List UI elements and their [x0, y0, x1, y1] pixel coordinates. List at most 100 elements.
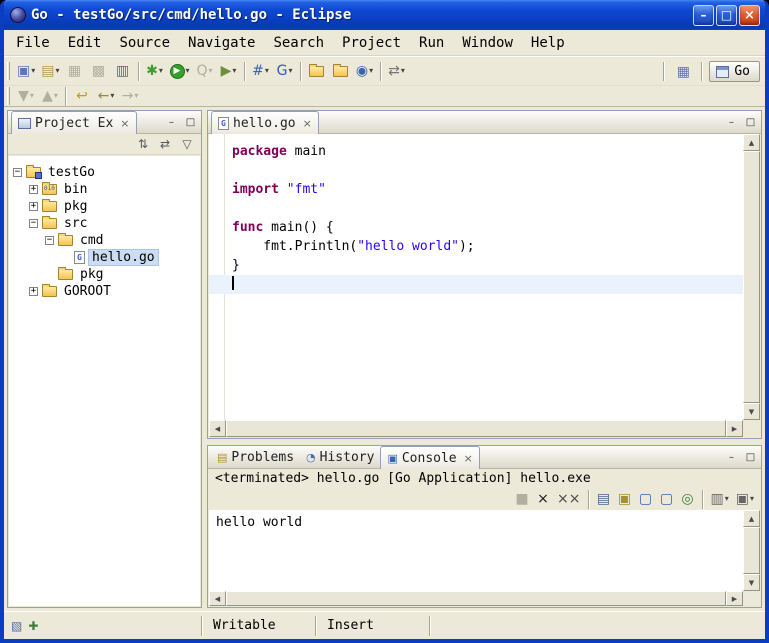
- maximize-view-button[interactable]: □: [183, 115, 198, 129]
- save-all-button: ▩: [87, 59, 111, 83]
- scrollbar-thumb[interactable]: [743, 151, 760, 403]
- maximize-view-button[interactable]: □: [743, 115, 758, 129]
- open-resource-button[interactable]: [329, 59, 353, 83]
- expand-expander-icon[interactable]: +: [29, 202, 38, 211]
- expand-expander-icon[interactable]: +: [29, 287, 38, 296]
- debug-button[interactable]: ✱▾: [143, 59, 167, 83]
- toolbar-grip[interactable]: [7, 87, 10, 105]
- new-wizard-button[interactable]: ▣▾: [14, 59, 38, 83]
- remove-launch-button[interactable]: ×: [533, 489, 553, 509]
- run-button[interactable]: ▶▾: [167, 59, 193, 83]
- link-with-editor-button[interactable]: ⇄: [156, 136, 174, 153]
- console-vertical-scrollbar[interactable]: ▲ ▼: [743, 510, 760, 591]
- external-tools-button[interactable]: ▶▾: [217, 59, 241, 83]
- minimize-view-button[interactable]: –: [724, 450, 739, 464]
- tab-problems[interactable]: ▤Problems: [211, 447, 300, 468]
- scroll-right-button[interactable]: ▶: [726, 591, 743, 606]
- scroll-down-button[interactable]: ▼: [743, 403, 760, 420]
- tree-item-hello-go[interactable]: hello.go: [9, 249, 200, 266]
- open-perspective-button[interactable]: ▦: [671, 60, 695, 84]
- new-go-app-button[interactable]: #▾: [249, 59, 273, 83]
- show-on-stdout-button[interactable]: ▢: [636, 489, 656, 509]
- clear-console-button[interactable]: ▤: [594, 489, 614, 509]
- scroll-lock-button[interactable]: ▣: [615, 489, 635, 509]
- tab-console[interactable]: ▣Console×: [380, 446, 479, 469]
- view-menu-button[interactable]: ▽: [178, 136, 196, 153]
- search-button[interactable]: ◉▾: [353, 59, 377, 83]
- menu-source[interactable]: Source: [110, 31, 179, 55]
- scroll-left-button[interactable]: ◀: [209, 591, 226, 606]
- minimize-button[interactable]: –: [693, 5, 714, 26]
- tree-item-label: src: [61, 216, 90, 231]
- go-build-button[interactable]: G▾: [273, 59, 297, 83]
- tree-item-pkg[interactable]: pkg: [9, 266, 200, 283]
- show-on-stderr-button[interactable]: ▢: [657, 489, 677, 509]
- code-line: package main: [209, 142, 743, 161]
- collapse-all-button[interactable]: ⇅: [134, 136, 152, 153]
- menu-window[interactable]: Window: [453, 31, 522, 55]
- scrollbar-thumb[interactable]: [226, 591, 726, 606]
- dropdown-arrow-icon: ▾: [288, 67, 292, 75]
- new-go-element-button[interactable]: ▤▾: [38, 59, 62, 83]
- close-icon[interactable]: ×: [464, 452, 473, 465]
- scroll-up-button[interactable]: ▲: [743, 510, 760, 527]
- tree-item-cmd[interactable]: −cmd: [9, 232, 200, 249]
- scroll-right-button[interactable]: ▶: [726, 420, 743, 437]
- minimize-view-button[interactable]: –: [724, 115, 739, 129]
- console-horizontal-scrollbar[interactable]: ◀ ▶: [209, 591, 743, 606]
- toolbar-grip[interactable]: [7, 62, 10, 80]
- tab-label: hello.go: [233, 116, 296, 131]
- editor-horizontal-scrollbar[interactable]: ◀ ▶: [209, 420, 743, 437]
- tab-history[interactable]: ◔History: [300, 447, 380, 468]
- collapse-expander-icon[interactable]: −: [13, 168, 22, 177]
- menu-project[interactable]: Project: [333, 31, 410, 55]
- open-folder-button[interactable]: [305, 59, 329, 83]
- editor-vertical-scrollbar[interactable]: ▲ ▼: [743, 134, 760, 420]
- print-button[interactable]: ▥: [111, 59, 135, 83]
- team-sync-button[interactable]: ⇄▾: [385, 59, 409, 83]
- maximize-view-button[interactable]: □: [743, 450, 758, 464]
- collapse-expander-icon[interactable]: −: [29, 219, 38, 228]
- back-button[interactable]: ←▾: [94, 86, 118, 106]
- terminate-button: ■: [512, 489, 532, 509]
- scrollbar-thumb[interactable]: [226, 420, 726, 437]
- console-output[interactable]: hello world: [209, 510, 743, 591]
- menu-navigate[interactable]: Navigate: [179, 31, 264, 55]
- scroll-left-button[interactable]: ◀: [209, 420, 226, 437]
- collapse-expander-icon[interactable]: −: [45, 236, 54, 245]
- dropdown-arrow-icon: ▾: [30, 92, 34, 100]
- fast-view-button[interactable]: ▧: [11, 620, 22, 632]
- statusbar: ▧✚ Writable Insert: [4, 611, 765, 639]
- display-selected-console-button[interactable]: ▥▾: [708, 489, 732, 509]
- menu-edit[interactable]: Edit: [59, 31, 111, 55]
- tab-project-explorer[interactable]: Project Ex ×: [11, 111, 137, 134]
- trim-go-button[interactable]: ✚: [28, 620, 38, 632]
- toolbar-separator: [380, 62, 382, 81]
- tree-item-testgo[interactable]: −testGo: [9, 164, 200, 181]
- tree-item-src[interactable]: − src: [9, 215, 200, 232]
- scroll-up-button[interactable]: ▲: [743, 134, 760, 151]
- menu-search[interactable]: Search: [264, 31, 333, 55]
- tree-item-goroot[interactable]: +GOROOT: [9, 283, 200, 300]
- expand-expander-icon[interactable]: +: [29, 185, 38, 194]
- close-icon[interactable]: ×: [303, 117, 312, 130]
- maximize-button[interactable]: □: [716, 5, 737, 26]
- close-button[interactable]: ×: [739, 5, 760, 26]
- menu-help[interactable]: Help: [522, 31, 574, 55]
- code-area[interactable]: package mainimport "fmt"func main() { fm…: [209, 134, 743, 420]
- tree-item-pkg[interactable]: +pkg: [9, 198, 200, 215]
- pin-console-button[interactable]: ◎: [678, 489, 698, 509]
- tab-hello-go[interactable]: hello.go ×: [211, 111, 319, 134]
- tree-item-bin[interactable]: +bin: [9, 181, 200, 198]
- remove-all-launches-button[interactable]: ××: [554, 489, 583, 509]
- menu-run[interactable]: Run: [410, 31, 453, 55]
- menu-file[interactable]: File: [7, 31, 59, 55]
- minimize-view-button[interactable]: –: [164, 115, 179, 129]
- perspective-go-button[interactable]: Go: [709, 61, 760, 82]
- save-button: ▦: [63, 59, 87, 83]
- close-icon[interactable]: ×: [120, 117, 129, 130]
- scroll-down-button[interactable]: ▼: [743, 574, 760, 591]
- scrollbar-thumb[interactable]: [743, 527, 760, 574]
- open-console-button[interactable]: ▣▾: [733, 489, 757, 509]
- last-edit-location-button[interactable]: ↩: [70, 86, 94, 106]
